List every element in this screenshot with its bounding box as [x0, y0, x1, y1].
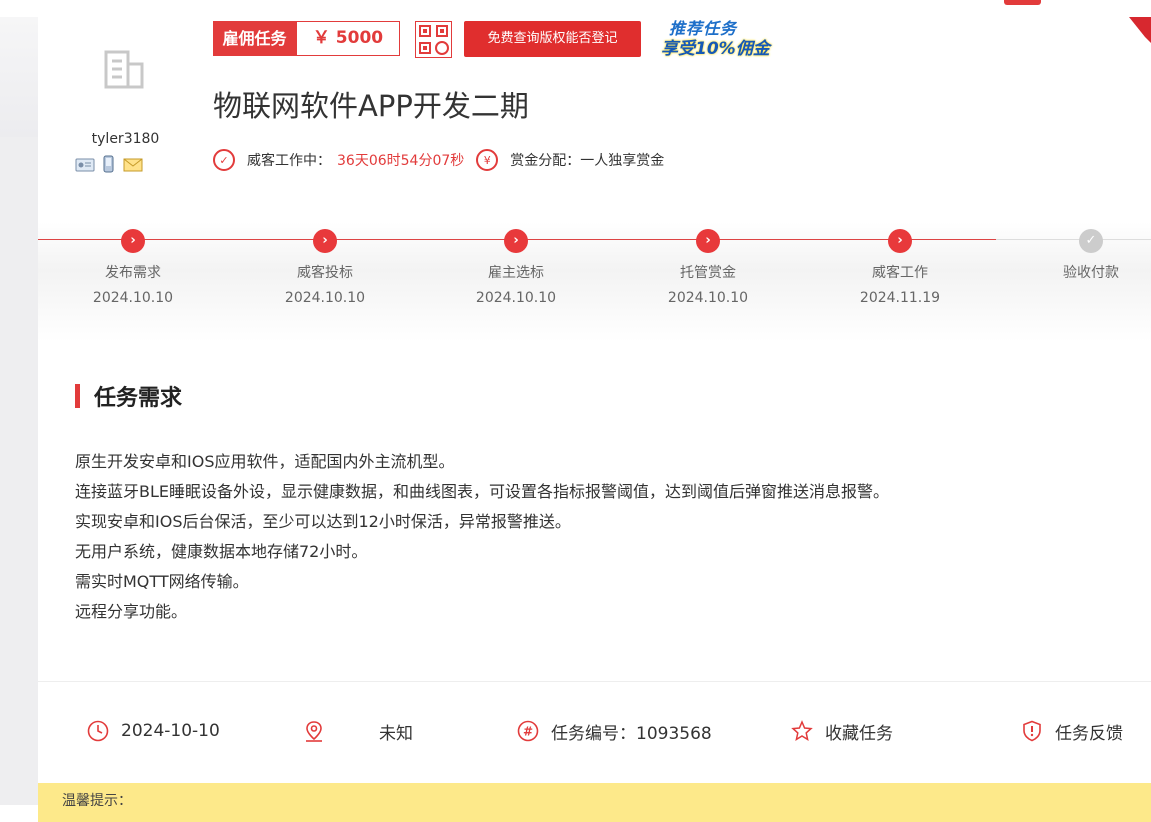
- publisher-badges: [75, 155, 143, 173]
- publish-date: 2024-10-10: [87, 712, 220, 750]
- requirement-line: 远程分享功能。: [75, 602, 188, 621]
- heading-accent-bar: [75, 384, 80, 408]
- task-title: 物联网软件APP开发二期: [213, 89, 529, 123]
- countdown-timer: 36天06时54分07秒: [337, 153, 465, 169]
- hash-icon: #: [517, 720, 539, 742]
- qr-code-icon[interactable]: [415, 21, 452, 58]
- location-text: 未知: [379, 723, 413, 744]
- email-icon: [123, 158, 143, 172]
- yen-icon: ¥: [476, 149, 499, 171]
- progress-step: › 发布需求 2024.10.10: [73, 229, 193, 306]
- publish-date-text: 2024-10-10: [121, 721, 220, 741]
- promo-line-2: 享受10%佣金: [661, 39, 770, 59]
- top-bar: [0, 0, 1151, 18]
- step-date: 2024.10.10: [667, 290, 749, 306]
- task-number: # 任务编号：1093568: [517, 712, 712, 750]
- task-progress: › 发布需求 2024.10.10 › 威客投标 2024.10.10 › 雇主…: [38, 222, 1151, 342]
- requirement-line: 实现安卓和IOS后台保活，至少可以达到12小时保活，异常报警推送。: [75, 512, 571, 531]
- step-label: 验收付款: [1063, 265, 1119, 281]
- requirement-line: 需实时MQTT网络传输。: [75, 572, 249, 591]
- progress-step: › 威客工作 2024.11.19: [840, 229, 960, 306]
- step-date: 2024.10.10: [284, 290, 366, 306]
- location: 未知: [303, 712, 413, 750]
- publisher-username[interactable]: tyler3180: [38, 131, 213, 147]
- task-price: ￥ 5000: [296, 21, 400, 56]
- status-label: 威客工作中：: [247, 153, 331, 169]
- requirements-body: 原生开发安卓和IOS应用软件，适配国内外主流机型。 连接蓝牙BLE睡眠设备外设，…: [75, 447, 889, 627]
- shield-alert-icon: [1023, 720, 1041, 742]
- check-circle-icon: ✓: [213, 149, 235, 171]
- step-arrow-icon: ›: [313, 229, 337, 253]
- progress-step: ✓ 验收付款: [1031, 229, 1151, 290]
- step-date: 2024.10.10: [475, 290, 557, 306]
- step-label: 发布需求: [105, 265, 161, 281]
- task-status-row: ✓ 威客工作中： 36天06时54分07秒 ¥ 赏金分配：一人独享赏金: [213, 149, 664, 171]
- left-gutter: [0, 17, 38, 805]
- step-check-icon: ✓: [1079, 229, 1103, 253]
- clock-icon: [87, 720, 109, 742]
- ribbon-decoration: [1129, 17, 1151, 43]
- progress-step: › 托管赏金 2024.10.10: [648, 229, 768, 306]
- phone-icon: [103, 155, 114, 173]
- step-arrow-icon: ›: [888, 229, 912, 253]
- section-divider: [38, 681, 1151, 682]
- favorite-task-label: 收藏任务: [825, 723, 893, 744]
- copyright-check-button[interactable]: 免费查询版权能否登记: [464, 21, 641, 57]
- requirement-line: 原生开发安卓和IOS应用软件，适配国内外主流机型。: [75, 452, 455, 471]
- progress-step: › 威客投标 2024.10.10: [265, 229, 385, 306]
- progress-step: › 雇主选标 2024.10.10: [456, 229, 576, 306]
- svg-text:#: #: [523, 725, 533, 739]
- star-icon: [791, 720, 813, 741]
- favorite-task-button[interactable]: 收藏任务: [791, 712, 893, 750]
- requirements-heading: 任务需求: [75, 382, 183, 411]
- step-date: 2024.10.10: [92, 290, 174, 306]
- step-arrow-icon: ›: [696, 229, 720, 253]
- requirements-heading-text: 任务需求: [94, 386, 183, 411]
- step-date: 2024.11.19: [859, 290, 941, 306]
- warm-notice-bar: 温馨提示：: [38, 783, 1151, 822]
- location-pin-icon: [306, 721, 322, 742]
- publisher-card: tyler3180: [38, 17, 213, 197]
- task-feedback-label: 任务反馈: [1055, 723, 1123, 744]
- top-active-indicator: [1004, 0, 1041, 5]
- step-label: 威客工作: [872, 265, 928, 281]
- step-label: 托管赏金: [680, 265, 736, 281]
- promo-banner[interactable]: 推荐任务 享受10%佣金: [657, 17, 804, 59]
- step-label: 威客投标: [297, 265, 353, 281]
- requirement-line: 无用户系统，健康数据本地存储72小时。: [75, 542, 368, 561]
- id-card-icon: [75, 158, 95, 172]
- building-icon: [104, 50, 144, 89]
- warm-notice-label: 温馨提示：: [62, 793, 132, 809]
- task-number-text: 任务编号：1093568: [551, 723, 712, 744]
- task-tag: 雇佣任务 ￥ 5000: [213, 21, 400, 56]
- step-arrow-icon: ›: [504, 229, 528, 253]
- requirement-line: 连接蓝牙BLE睡眠设备外设，显示健康数据，和曲线图表，可设置各指标报警阈值，达到…: [75, 482, 890, 501]
- task-detail-panel: tyler3180 雇佣任务 ￥ 5000 免费查询版权能否登记 推荐任务 享受…: [38, 17, 1151, 822]
- task-feedback-button[interactable]: 任务反馈: [1021, 712, 1123, 750]
- task-type-label: 雇佣任务: [213, 21, 296, 56]
- task-info-row: 2024-10-10 未知 # 任务编号：1093568 收藏任务 任务反馈: [38, 712, 1151, 750]
- step-label: 雇主选标: [488, 265, 544, 281]
- step-arrow-icon: ›: [121, 229, 145, 253]
- reward-distribution: 赏金分配：一人独享赏金: [510, 153, 665, 169]
